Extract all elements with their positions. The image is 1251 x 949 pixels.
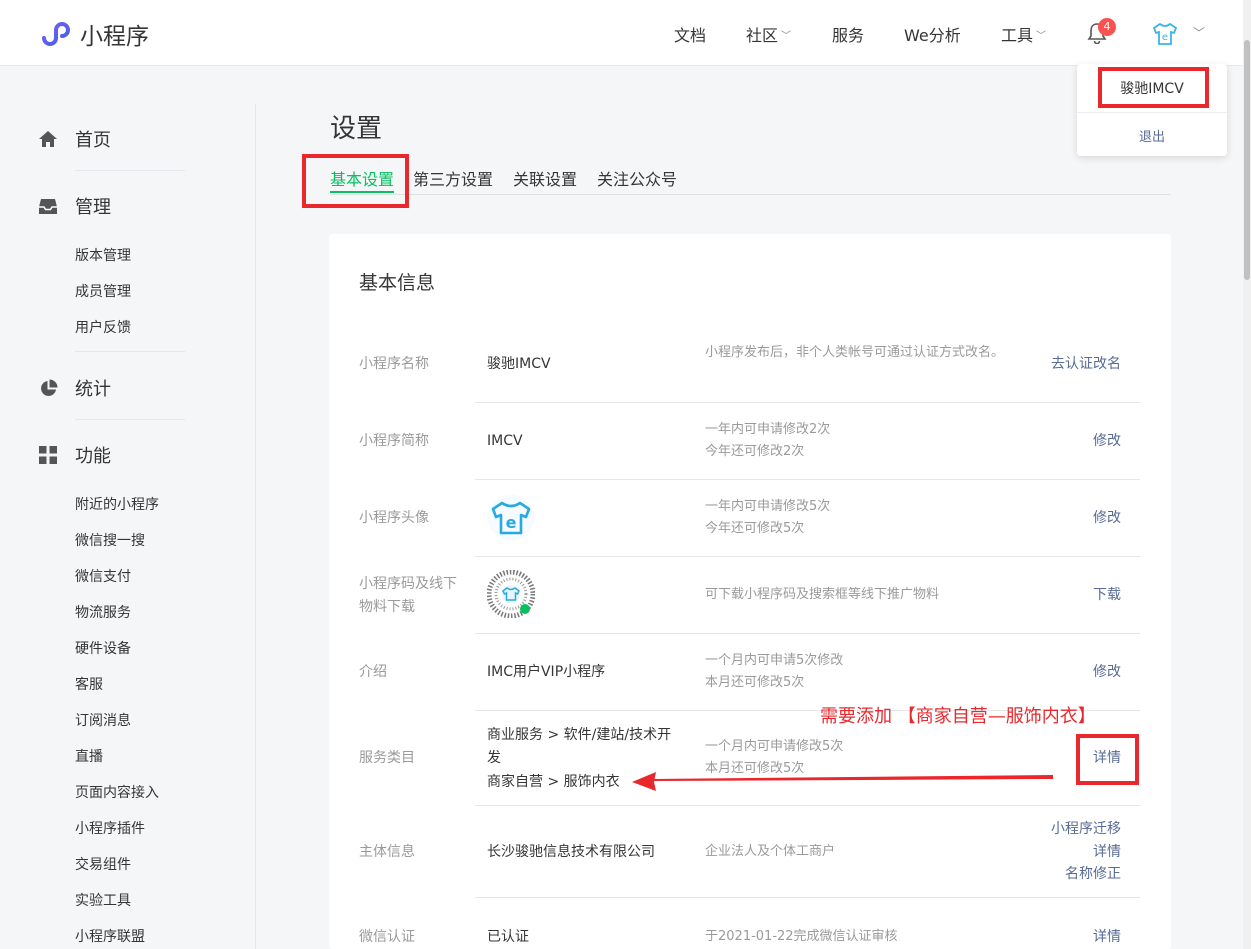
annotation-arrow: [632, 772, 1053, 791]
